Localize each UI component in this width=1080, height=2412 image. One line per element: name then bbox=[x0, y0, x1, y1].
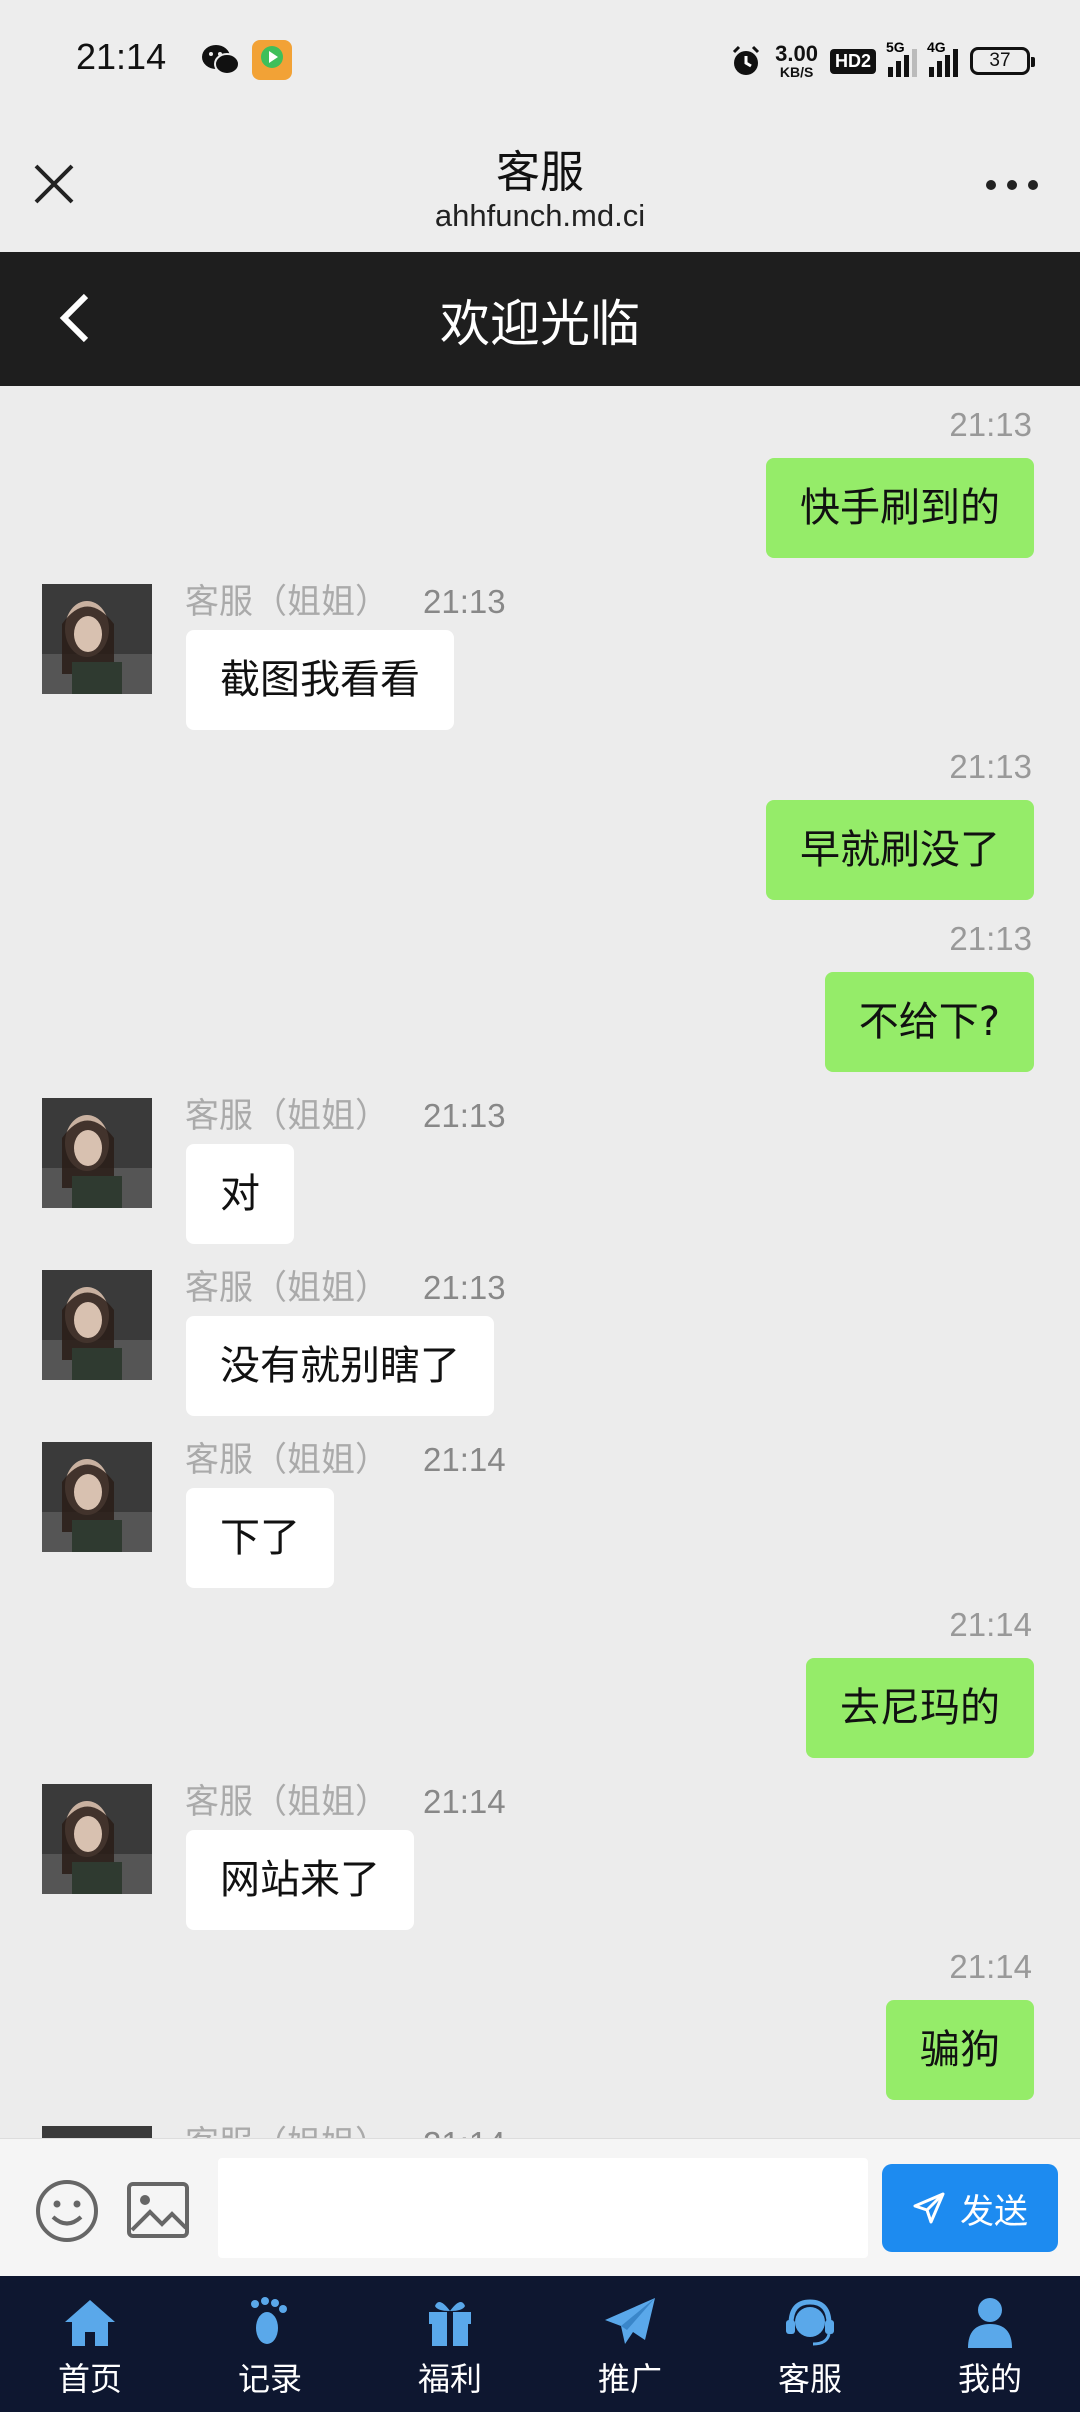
tab-label: 客服 bbox=[777, 2360, 842, 2398]
tab-home[interactable]: 首页 bbox=[0, 2276, 180, 2412]
message-meta: 客服（姐姐） 21:14 bbox=[185, 2116, 506, 2138]
incoming-message[interactable]: 截图我看看 bbox=[186, 630, 454, 730]
network-speed-unit: KB/S bbox=[779, 64, 814, 80]
user-icon bbox=[968, 2298, 1012, 2348]
message-time: 21:13 bbox=[949, 920, 1032, 957]
home-icon bbox=[65, 2300, 115, 2346]
image-icon[interactable] bbox=[126, 2180, 190, 2240]
headset-icon bbox=[786, 2299, 834, 2346]
tab-service[interactable]: 客服 bbox=[720, 2276, 900, 2412]
video-app-icon bbox=[252, 40, 292, 80]
emoji-icon[interactable] bbox=[34, 2178, 100, 2244]
chat-list[interactable]: 21:13 快手刷到的 客服（姐姐） 21:13 截图我看看 21:13 早就刷没… bbox=[0, 386, 1080, 2138]
battery-level: 37 bbox=[989, 50, 1011, 71]
outgoing-message[interactable]: 骗狗 bbox=[886, 2000, 1034, 2100]
message-meta: 客服（姐姐） 21:13 bbox=[185, 574, 506, 623]
message-time: 21:14 bbox=[423, 2125, 506, 2138]
sim2-label: 4G bbox=[927, 39, 946, 55]
message-time: 21:13 bbox=[423, 1269, 506, 1306]
message-meta: 客服（姐姐） 21:13 bbox=[185, 1260, 506, 1309]
sim1-label: 5G bbox=[886, 39, 905, 55]
avatar[interactable] bbox=[42, 1270, 152, 1380]
avatar[interactable] bbox=[42, 1784, 152, 1894]
send-icon bbox=[913, 2192, 945, 2224]
status-indicators: 3.00 KB/S HD2 5G 4G 37 bbox=[729, 39, 1035, 82]
send-button[interactable]: 发送 bbox=[882, 2164, 1058, 2252]
message-time: 21:14 bbox=[423, 1783, 506, 1820]
sender-name: 客服（姐姐） bbox=[185, 1096, 389, 1136]
more-icon[interactable] bbox=[984, 178, 1040, 192]
outgoing-message[interactable]: 快手刷到的 bbox=[766, 458, 1034, 558]
message-input[interactable] bbox=[218, 2158, 868, 2258]
avatar[interactable] bbox=[42, 2126, 152, 2138]
tab-welfare[interactable]: 福利 bbox=[360, 2276, 540, 2412]
incoming-message[interactable]: 对 bbox=[186, 1144, 294, 1244]
network-speed-value: 3.00 bbox=[775, 41, 818, 66]
alarm-icon bbox=[733, 45, 760, 75]
message-time: 21:14 bbox=[949, 1606, 1032, 1643]
tab-label: 首页 bbox=[57, 2360, 122, 2398]
signal-icon-sim2: 4G bbox=[927, 39, 958, 77]
sender-name: 客服（姐姐） bbox=[185, 2124, 389, 2138]
send-label: 发送 bbox=[960, 2191, 1028, 2232]
wechat-icon bbox=[202, 45, 240, 75]
network-speed: 3.00 KB/S bbox=[775, 41, 818, 80]
tab-mine[interactable]: 我的 bbox=[900, 2276, 1080, 2412]
hd-badge: HD2 bbox=[829, 48, 876, 74]
avatar[interactable] bbox=[42, 584, 152, 694]
tab-label: 推广 bbox=[597, 2360, 662, 2398]
tab-label: 我的 bbox=[957, 2360, 1022, 2398]
message-time: 21:14 bbox=[423, 1441, 506, 1478]
page-url: ahhfunch.md.ci bbox=[434, 198, 646, 233]
message-time: 21:14 bbox=[949, 1948, 1032, 1985]
footprint-icon bbox=[251, 2297, 287, 2344]
sender-name: 客服（姐姐） bbox=[185, 582, 389, 622]
paper-plane-icon bbox=[605, 2298, 655, 2344]
incoming-message[interactable]: 网站来了 bbox=[186, 1830, 414, 1930]
message-time: 21:13 bbox=[423, 583, 506, 620]
message-time: 21:13 bbox=[423, 1097, 506, 1134]
message-meta: 客服（姐姐） 21:13 bbox=[185, 1088, 506, 1137]
message-time: 21:13 bbox=[949, 748, 1032, 785]
nav-title: 欢迎光临 bbox=[440, 295, 640, 353]
gift-icon bbox=[429, 2302, 471, 2346]
sender-name: 客服（姐姐） bbox=[185, 1782, 389, 1822]
message-time: 21:13 bbox=[949, 406, 1032, 443]
sender-name: 客服（姐姐） bbox=[185, 1268, 389, 1308]
outgoing-message[interactable]: 不给下? bbox=[824, 972, 1034, 1072]
sender-name: 客服（姐姐） bbox=[185, 1440, 389, 1480]
avatar[interactable] bbox=[42, 1098, 152, 1208]
outgoing-message[interactable]: 去尼玛的 bbox=[806, 1658, 1034, 1758]
tab-promote[interactable]: 推广 bbox=[540, 2276, 720, 2412]
tab-label: 福利 bbox=[417, 2360, 482, 2398]
page-title: 客服 bbox=[496, 147, 584, 198]
outgoing-message[interactable]: 早就刷没了 bbox=[766, 800, 1034, 900]
tab-bar: 首页 记录 福利 推广 客服 我的 bbox=[0, 2276, 1080, 2412]
message-meta: 客服（姐姐） 21:14 bbox=[185, 1432, 506, 1481]
tab-label: 记录 bbox=[237, 2360, 302, 2398]
status-time: 21:14 bbox=[76, 36, 167, 77]
message-meta: 客服（姐姐） 21:14 bbox=[185, 1774, 506, 1823]
signal-icon-sim1: 5G bbox=[886, 39, 917, 77]
incoming-message[interactable]: 没有就别瞎了 bbox=[186, 1316, 494, 1416]
incoming-message[interactable]: 下了 bbox=[186, 1488, 334, 1588]
avatar[interactable] bbox=[42, 1442, 152, 1552]
battery-icon: 37 bbox=[970, 47, 1035, 75]
tab-records[interactable]: 记录 bbox=[180, 2276, 360, 2412]
